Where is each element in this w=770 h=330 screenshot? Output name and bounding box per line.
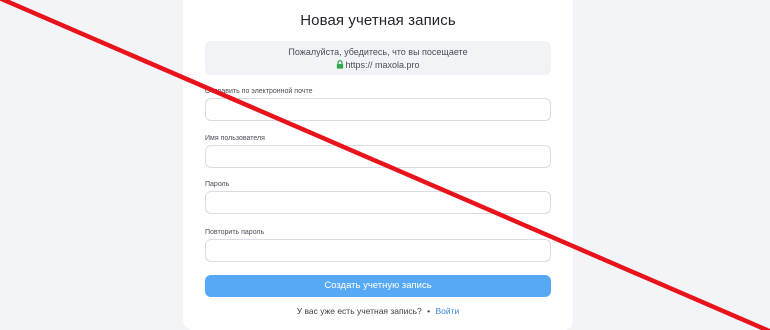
signin-row: У вас уже есть учетная запись? • Войти: [183, 306, 573, 316]
signin-link[interactable]: Войти: [436, 306, 460, 316]
notice-url: https:// maxola.pro: [345, 60, 420, 70]
signin-prompt: У вас уже есть учетная запись?: [296, 306, 422, 316]
create-account-button[interactable]: Создать учетную запись: [205, 275, 551, 297]
lock-icon: [337, 60, 344, 69]
signup-card: Новая учетная запись Пожалуйста, убедите…: [183, 0, 573, 330]
separator-dot: •: [427, 306, 431, 316]
page-title: Новая учетная запись: [300, 12, 456, 29]
repeat-password-label: Повторить пароль: [205, 229, 265, 236]
username-label: Имя пользователя: [205, 135, 265, 142]
password-field[interactable]: [205, 191, 551, 214]
repeat-password-field[interactable]: [205, 239, 551, 262]
phishing-notice: Пожалуйста, убедитесь, что вы посещаете …: [205, 41, 551, 75]
notice-text: Пожалуйста, убедитесь, что вы посещаете: [288, 47, 468, 57]
username-field[interactable]: [205, 145, 551, 168]
password-label: Пароль: [205, 181, 230, 188]
notice-url-row: https:// maxola.pro: [205, 60, 551, 70]
email-label: Отправить по электронной почте: [205, 88, 313, 95]
email-field[interactable]: [205, 98, 551, 121]
